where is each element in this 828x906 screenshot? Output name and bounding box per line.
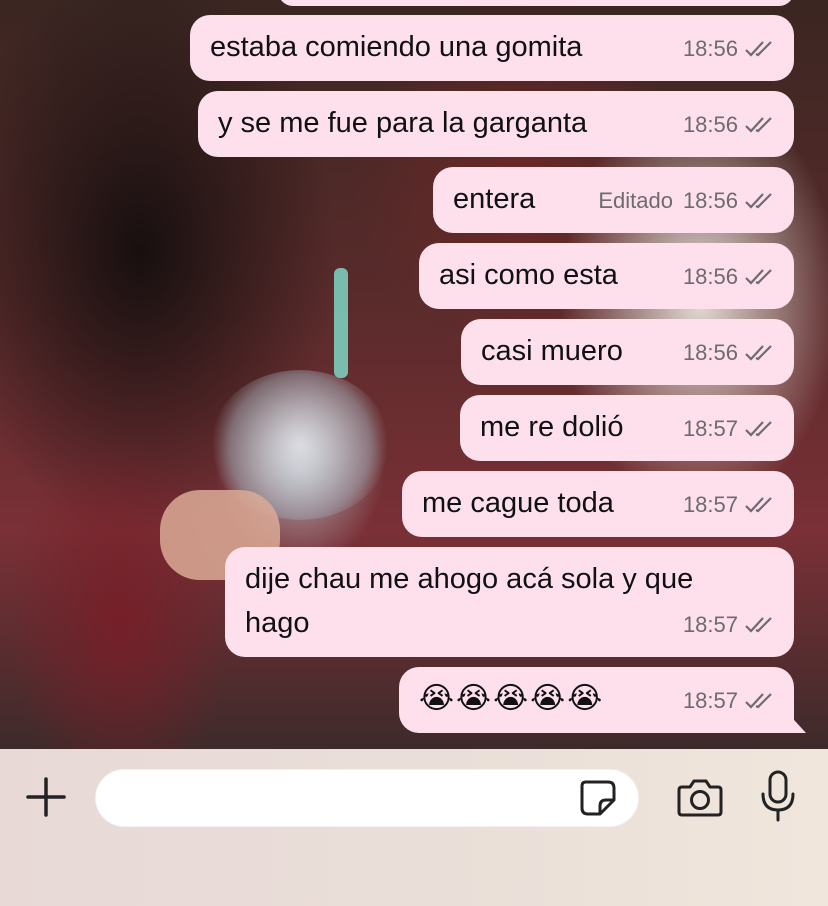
message-time: 18:56 [682, 340, 738, 365]
message-time: 18:56 [682, 264, 738, 289]
message-bubble[interactable]: entera Editado 18:56 [433, 167, 794, 233]
message-time: 18:56 [682, 112, 738, 137]
message-text: me re dolió [480, 411, 624, 443]
message-bubble[interactable]: estaba comiendo una gomita 18:56 [190, 15, 794, 81]
double-check-icon [745, 497, 772, 513]
message-meta: 18:56 [683, 27, 774, 71]
message-bubble[interactable]: dije chau me ahogo acá sola y que hago 1… [225, 547, 794, 657]
message-bubble[interactable]: me re dolió 18:57 [460, 395, 794, 461]
message-meta: 18:56 [683, 255, 774, 299]
message-bubble[interactable]: y se me fue para la garganta 18:56 [198, 91, 794, 157]
double-check-icon [745, 117, 772, 133]
double-check-icon [745, 617, 772, 633]
message-bubble-partial[interactable] [278, 0, 794, 6]
double-check-icon [745, 269, 772, 285]
edited-label: Editado [598, 188, 673, 213]
double-check-icon [745, 193, 772, 209]
double-check-icon [745, 41, 772, 57]
message-meta: 18:56 [683, 103, 774, 147]
message-text: y se me fue para la garganta [218, 107, 588, 139]
message-list[interactable]: estaba comiendo una gomita 18:56 y se me… [0, 0, 828, 760]
message-meta: Editado 18:56 [598, 179, 774, 223]
double-check-icon [745, 693, 772, 709]
bubble-tail [784, 709, 806, 733]
message-text: dije chau me ahogo acá sola y que hago [245, 563, 694, 639]
message-time: 18:57 [682, 416, 738, 441]
message-text: estaba comiendo una gomita [210, 31, 583, 63]
plus-icon[interactable] [24, 775, 68, 819]
message-time: 18:56 [682, 36, 738, 61]
message-meta: 18:57 [683, 483, 774, 527]
message-bubble[interactable]: casi muero 18:56 [461, 319, 794, 385]
message-meta: 18:57 [683, 679, 774, 723]
microphone-icon[interactable] [758, 770, 798, 822]
message-time: 18:57 [682, 612, 738, 637]
double-check-icon [745, 345, 772, 361]
message-input[interactable] [95, 769, 639, 827]
message-meta: 18:57 [683, 407, 774, 451]
message-text: entera [453, 183, 536, 215]
message-time: 18:56 [682, 188, 738, 213]
message-text: me cague toda [422, 487, 614, 519]
message-bubble[interactable]: 😭😭😭😭😭 18:57 [399, 667, 806, 733]
message-meta: 18:56 [683, 331, 774, 375]
message-bubble[interactable]: me cague toda 18:57 [402, 471, 794, 537]
camera-icon[interactable] [676, 775, 724, 819]
message-text: 😭😭😭😭😭 [419, 682, 605, 715]
message-time: 18:57 [682, 492, 738, 517]
message-text: casi muero [481, 335, 623, 367]
message-bubble[interactable]: asi como esta 18:56 [419, 243, 794, 309]
double-check-icon [745, 421, 772, 437]
message-time: 18:57 [682, 688, 738, 713]
sticker-icon[interactable] [578, 778, 618, 818]
message-text: asi como esta [439, 259, 618, 291]
message-meta: 18:57 [683, 603, 774, 647]
